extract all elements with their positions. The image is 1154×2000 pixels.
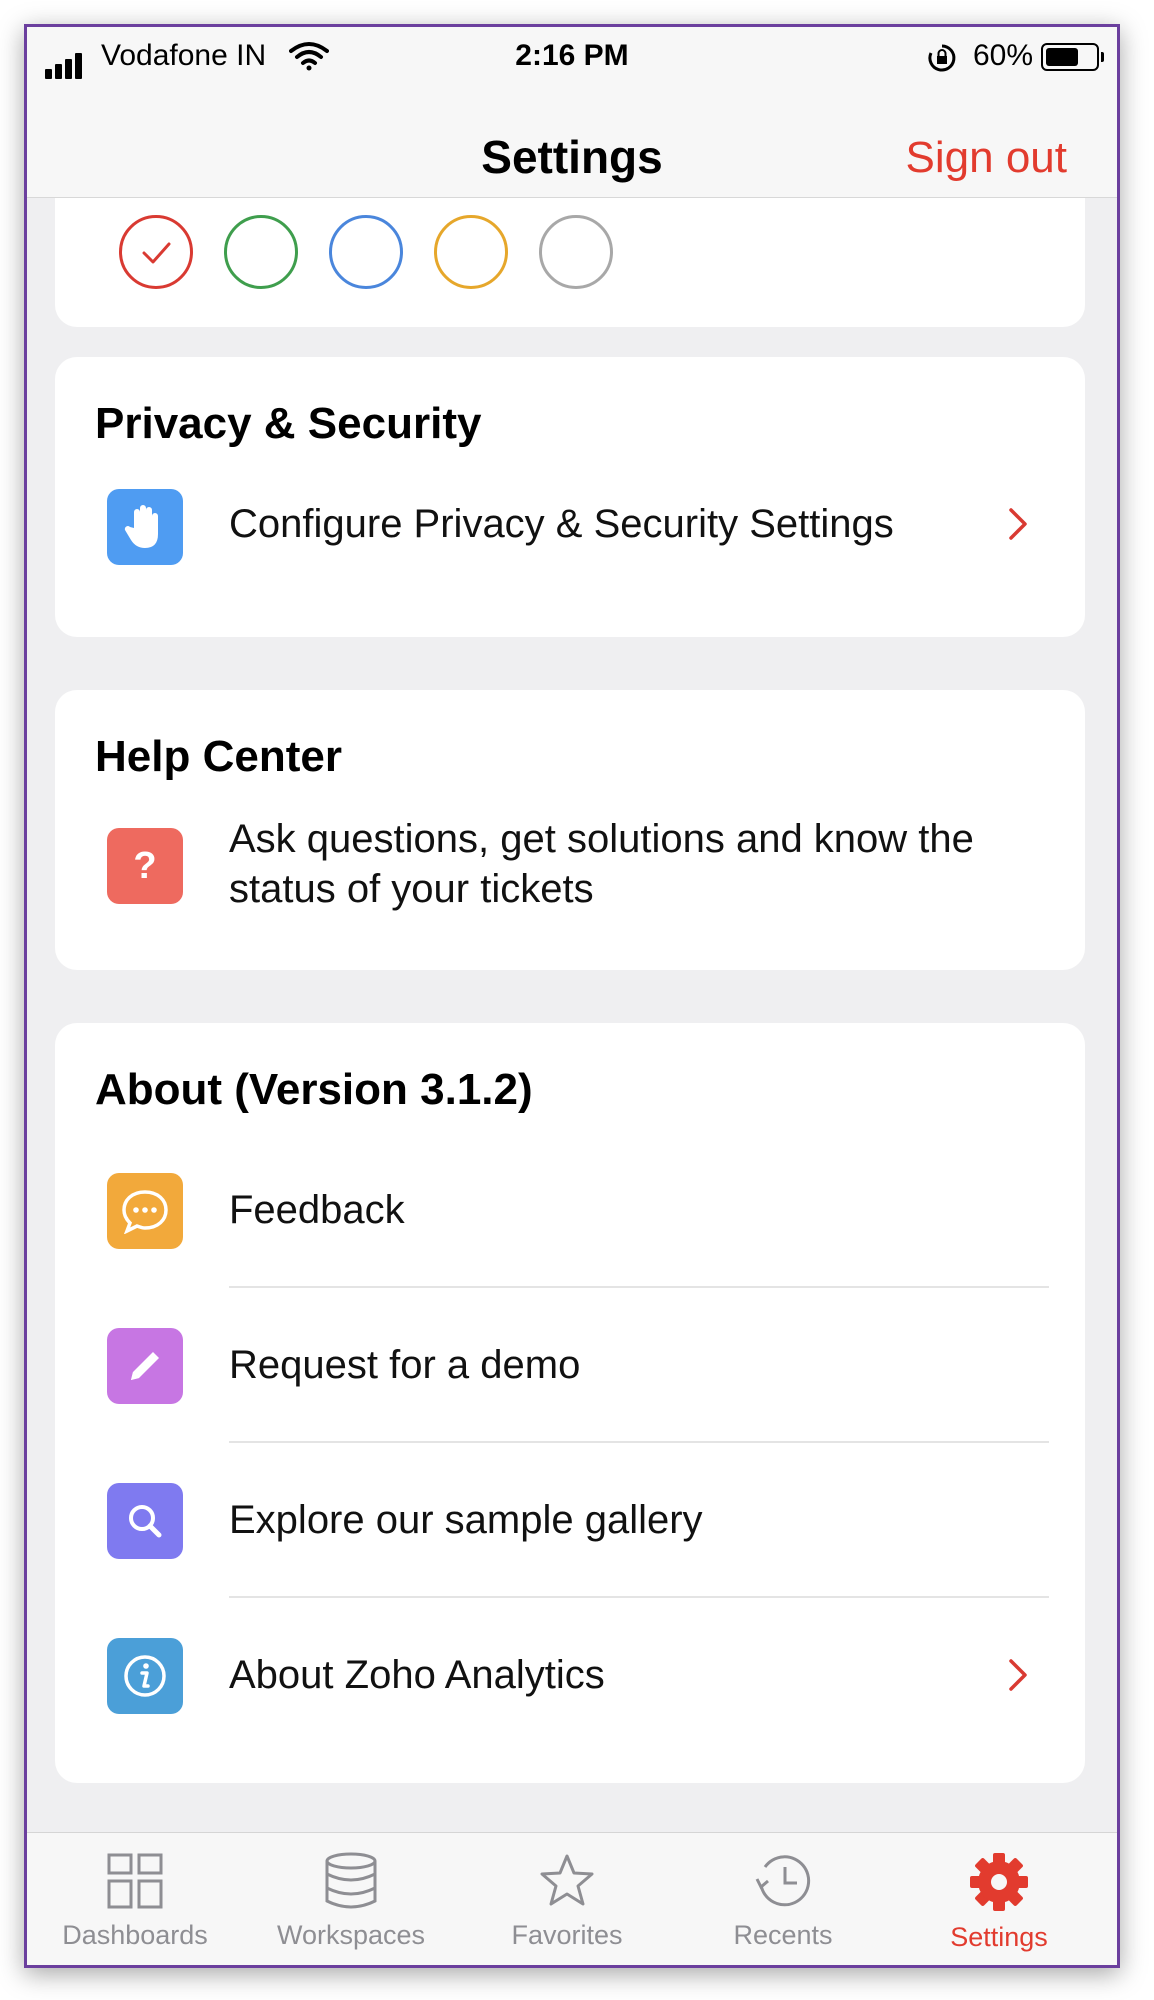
tab-label: Workspaces <box>276 1920 426 1950</box>
tab-favorites[interactable]: Favorites <box>459 1851 675 1951</box>
tab-label: Settings <box>950 1922 1048 1952</box>
theme-color-yellow[interactable] <box>434 215 508 289</box>
feedback-row[interactable]: Feedback <box>55 1143 1085 1293</box>
hand-icon <box>107 489 183 565</box>
help-center-card: Help Center ? Ask questions, get solutio… <box>55 690 1085 970</box>
divider <box>229 1441 1049 1443</box>
sample-gallery-row[interactable]: Explore our sample gallery <box>55 1453 1085 1603</box>
chevron-right-icon <box>1009 1659 1027 1691</box>
tab-label: Dashboards <box>62 1920 208 1950</box>
star-icon <box>540 1854 594 1906</box>
theme-color-gray[interactable] <box>539 215 613 289</box>
request-demo-label: Request for a demo <box>229 1343 581 1387</box>
help-center-label-line2: status of your tickets <box>229 867 594 911</box>
about-heading: About (Version 3.1.2) <box>95 1065 533 1114</box>
question-icon: ? <box>107 828 183 904</box>
configure-privacy-label: Configure Privacy & Security Settings <box>229 502 894 546</box>
checkmark-icon <box>142 242 171 264</box>
gear-icon <box>970 1853 1028 1911</box>
chat-bubble-icon <box>107 1173 183 1249</box>
tab-bar: Dashboards Workspaces Favorites Recents … <box>27 1832 1117 1965</box>
privacy-security-heading: Privacy & Security <box>95 399 482 448</box>
about-card: About (Version 3.1.2) Feedback Request f… <box>55 1023 1085 1783</box>
theme-color-red[interactable] <box>119 215 193 289</box>
help-center-label-line1: Ask questions, get solutions and know th… <box>229 817 974 861</box>
status-bar: Vodafone IN 2:16 PM 60% <box>27 27 1117 87</box>
tab-settings[interactable]: Settings <box>891 1851 1107 1953</box>
about-zoho-label: About Zoho Analytics <box>229 1653 605 1697</box>
help-center-heading: Help Center <box>95 732 342 781</box>
request-demo-row[interactable]: Request for a demo <box>55 1298 1085 1448</box>
database-icon <box>325 1852 377 1909</box>
configure-privacy-row[interactable]: Configure Privacy & Security Settings <box>55 467 1085 587</box>
sample-gallery-label: Explore our sample gallery <box>229 1498 703 1542</box>
info-icon <box>107 1638 183 1714</box>
feedback-label: Feedback <box>229 1188 405 1232</box>
tab-recents[interactable]: Recents <box>675 1851 891 1951</box>
divider <box>229 1286 1049 1288</box>
navigation-bar: Vodafone IN 2:16 PM 60% Settings Sign ou… <box>27 27 1117 198</box>
privacy-security-card: Privacy & Security Configure Privacy & S… <box>55 357 1085 637</box>
tab-label: Favorites <box>511 1920 623 1950</box>
battery-icon <box>1041 43 1104 71</box>
phone-screen: Vodafone IN 2:16 PM 60% Settings Sign ou… <box>24 24 1120 1968</box>
divider <box>229 1596 1049 1598</box>
theme-color-green[interactable] <box>224 215 298 289</box>
orientation-lock-icon <box>928 44 956 72</box>
about-zoho-row[interactable]: About Zoho Analytics <box>55 1608 1085 1758</box>
help-center-row[interactable]: ? Ask questions, get solutions and know … <box>55 800 1085 930</box>
history-icon <box>755 1855 811 1907</box>
tab-dashboards[interactable]: Dashboards <box>27 1851 243 1951</box>
pencil-icon <box>107 1328 183 1404</box>
chevron-right-icon <box>1009 508 1027 540</box>
tab-label: Recents <box>733 1920 833 1950</box>
tab-workspaces[interactable]: Workspaces <box>243 1851 459 1951</box>
sign-out-button[interactable]: Sign out <box>906 133 1067 183</box>
dashboards-icon <box>107 1853 163 1909</box>
search-icon <box>107 1483 183 1559</box>
battery-percent: 60% <box>972 39 1033 72</box>
theme-color-blue[interactable] <box>329 215 403 289</box>
